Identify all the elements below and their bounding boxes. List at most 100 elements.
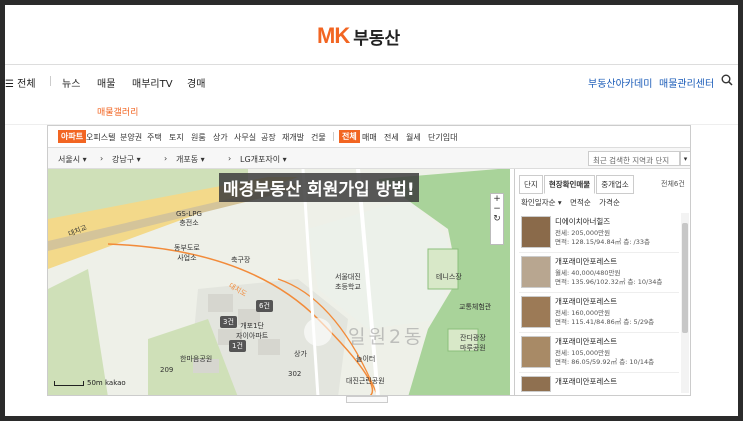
map-label-apartment: 개포1단 자이아파트 [236,322,269,340]
filter-land[interactable]: 토지 [169,132,184,143]
map-app: 아파트 오피스텔 분양권 주택 토지 원룸 상가 사무실 공장 재개발 건물 전… [47,125,691,396]
map-label-hanmaeum: 한마음공원 [180,355,213,363]
crumb-dong[interactable]: 개포동 ▾ [176,154,205,165]
listing-cluster-tag[interactable]: 6건 [256,300,273,312]
kakao-logo: kakao [104,379,126,387]
listing-name: 개포래미안포레스트 [555,257,618,266]
zoom-in-button[interactable]: + [491,194,503,204]
sort-price[interactable]: 가격순 [599,198,620,207]
crumb-city[interactable]: 서울시 ▾ [58,154,87,165]
all-menu-button[interactable]: ☰ 전체 [5,75,36,90]
nav-listing-center[interactable]: 매물관리센터 [659,75,714,90]
filter-house[interactable]: 주택 [147,132,162,143]
listing-thumbnail [521,336,551,368]
site-logo[interactable]: MK 부동산 [317,23,400,49]
filter-building[interactable]: 건물 [311,132,326,143]
map-label-tennis: 테니스장 [436,273,462,281]
zoom-out-button[interactable]: − [491,204,503,214]
nav-auction[interactable]: 경매 [187,75,205,90]
site-header: MK 부동산 [5,5,738,65]
deal-monthly[interactable]: 월세 [406,132,421,143]
global-nav: ☰ 전체 뉴스 매물 매부리TV 경매 부동산아카데미 매물관리센터 [5,65,738,95]
filter-apartment[interactable]: 아파트 [58,130,87,143]
filter-officetel[interactable]: 오피스텔 [86,132,115,143]
listing-cluster-tag[interactable]: 3건 [220,316,237,328]
filter-factory[interactable]: 공장 [261,132,276,143]
list-item[interactable]: 디에이치아너힐즈 전세: 205,000만원 면적: 128.15/94.84㎡… [519,213,679,253]
chevron-right-icon: › [164,154,168,163]
listing-area: 면적: 135.96/102.32㎡ 층: 10/34층 [555,278,663,286]
listing-area: 면적: 86.05/59.92㎡ 층: 10/14층 [555,358,655,366]
all-menu-label: 전체 [17,79,36,90]
rotate-icon[interactable]: ↻ [491,214,503,224]
nav-listings[interactable]: 매물 [97,75,115,90]
sort-area[interactable]: 면적순 [570,198,591,207]
map-view[interactable]: 매경부동산 회원가입 방법! 대치교 GS-LPG 충전소 동부도로 사업소 축… [48,169,510,395]
logo-mk: MK [317,23,350,48]
tab-verified[interactable]: 현장확인매물 [543,175,596,194]
map-label-road-office: 동부도로 사업소 [174,244,200,262]
listing-area: 면적: 128.15/94.84㎡ 층: /33층 [555,238,651,246]
map-label-302: 302 [288,370,302,378]
nav-divider [50,76,51,86]
deal-jeonse[interactable]: 전세 [384,132,399,143]
search-icon[interactable] [721,74,733,86]
deal-all[interactable]: 전체 [339,130,360,143]
nav-maeburi-tv[interactable]: 매부리TV [132,75,173,90]
sort-date[interactable]: 확인일자순 ▾ [521,198,562,207]
listing-list: 디에이치아너힐즈 전세: 205,000만원 면적: 128.15/94.84㎡… [519,213,679,393]
chevron-right-icon: › [100,154,104,163]
map-label-209: 209 [160,366,174,374]
sort-options: 확인일자순 ▾ 면적순 가격순 [521,197,626,208]
panel-toggle-handle[interactable] [346,396,388,403]
sub-nav: 매물갤러리 [5,95,738,125]
deal-sale[interactable]: 매매 [362,132,377,143]
filter-redevelop[interactable]: 재개발 [282,132,304,143]
map-label-playground: 놀이터 [356,355,376,363]
map-watermark: 일원2동 [348,326,425,348]
gallery-link[interactable]: 매물갤러리 [97,105,138,118]
listing-scrollbar[interactable] [681,213,689,393]
map-canvas [48,169,510,395]
listing-thumbnail [521,376,551,392]
listing-area: 면적: 115.41/84.86㎡ 층: 5/29층 [555,318,655,326]
list-item[interactable]: 개포래미안포레스트 전세: 105,000만원 면적: 86.05/59.92㎡… [519,333,679,373]
list-item[interactable]: 개포래미안포레스트 [519,373,679,393]
listing-thumbnail [521,216,551,248]
map-label-lpg: GS-LPG 충전소 [176,210,202,227]
listing-cluster-tag[interactable]: 1건 [229,340,246,352]
type-filter-bar: 아파트 오피스텔 분양권 주택 토지 원룸 상가 사무실 공장 재개발 건물 전… [48,126,690,148]
recent-search-select[interactable]: 최근 검색한 지역과 단지 [588,151,680,166]
zoom-control: + − ↻ [490,193,504,245]
list-item[interactable]: 개포래미안포레스트 월세: 40,000/480만원 면적: 135.96/10… [519,253,679,293]
listing-name: 디에이치아너힐즈 [555,217,611,226]
map-scale: 50m kakao [54,379,126,387]
list-item[interactable]: 개포래미안포레스트 전세: 160,000만원 면적: 115.41/84.86… [519,293,679,333]
nav-news[interactable]: 뉴스 [62,75,80,90]
hamburger-icon: ☰ [5,79,14,90]
scrollbar-thumb[interactable] [682,223,688,333]
nav-academy[interactable]: 부동산아카데미 [588,75,652,90]
filter-presale[interactable]: 분양권 [120,132,142,143]
map-label-school: 서울대진 초등학교 [335,273,361,291]
filter-office[interactable]: 사무실 [234,132,256,143]
map-label-shop: 상가 [294,350,307,358]
filter-divider [333,132,334,141]
listing-panel: 단지 현장확인매물 중개업소 전체6건 확인일자순 ▾ 면적순 가격순 디에이치… [514,169,690,395]
crumb-district[interactable]: 강남구 ▾ [112,154,141,165]
tab-agency[interactable]: 중개업소 [596,175,634,194]
listing-name: 개포래미안포레스트 [555,337,618,346]
promo-banner: 매경부동산 회원가입 방법! [219,173,419,202]
tab-complex[interactable]: 단지 [519,175,543,194]
listing-name: 개포래미안포레스트 [555,377,618,386]
page-frame: MK 부동산 ☰ 전체 뉴스 매물 매부리TV 경매 부동산아카데미 매물관리센… [5,5,738,416]
crumb-complex[interactable]: LG개포자이 ▾ [240,154,287,165]
filter-oneroom[interactable]: 원룸 [191,132,206,143]
filter-shop[interactable]: 상가 [213,132,228,143]
logo-brand: 부동산 [353,28,401,49]
location-bar: 서울시 ▾ › 강남구 ▾ › 개포동 ▾ › LG개포자이 ▾ 최근 검색한 … [48,148,690,169]
deal-short-term[interactable]: 단기임대 [428,132,457,143]
map-label-lawn: 잔디광장 마루공원 [460,334,486,352]
listing-thumbnail [521,296,551,328]
chevron-down-icon[interactable]: ▾ [680,151,690,166]
